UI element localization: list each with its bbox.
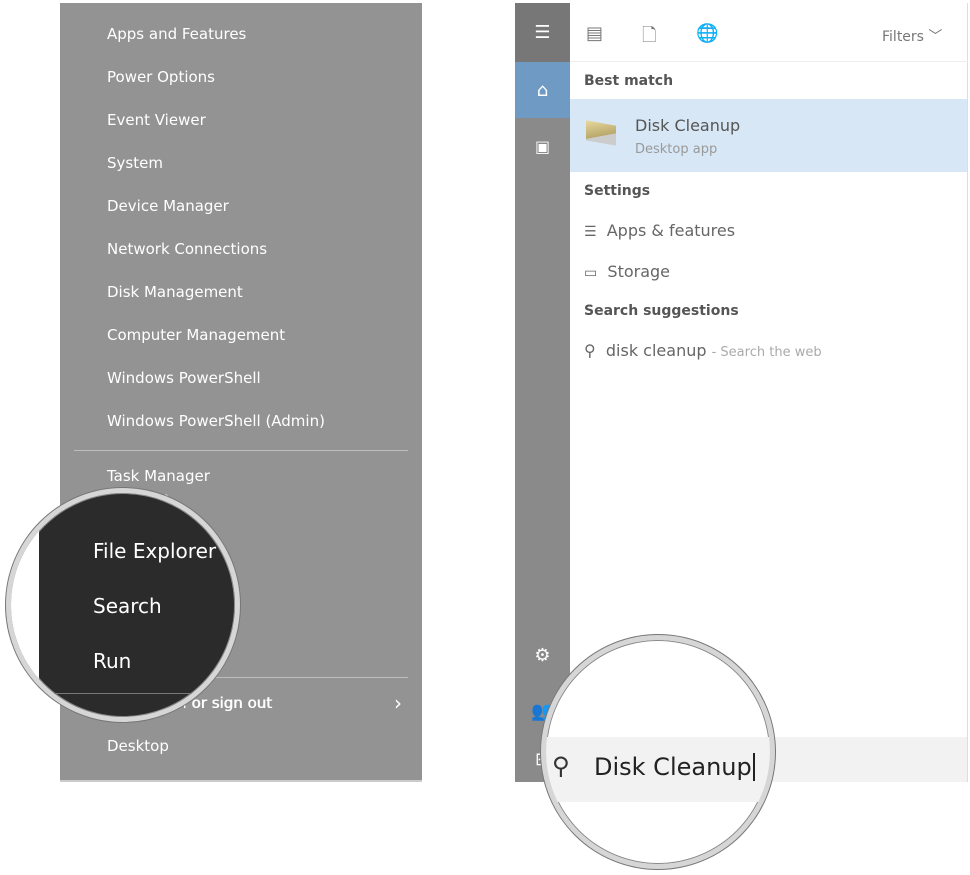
suggestions-header: Search suggestions: [584, 303, 739, 319]
best-match-result[interactable]: Disk Cleanup Desktop app: [570, 99, 967, 172]
gear-icon[interactable]: ⚙: [515, 627, 570, 683]
search-sidebar: ☰ ⌂ ▣ ⚙ 👥 ⊞: [515, 3, 570, 782]
apps-filter-icon[interactable]: ▤: [586, 23, 603, 44]
divider: [39, 693, 235, 694]
result-subtitle: Desktop app: [635, 142, 718, 157]
menu-item-shutdown-visible-part[interactable]: or sign out: [192, 694, 272, 712]
settings-header: Settings: [584, 183, 651, 199]
menu-item-disk-management[interactable]: Disk Management: [107, 283, 243, 301]
filters-button[interactable]: Filters ﹀: [882, 26, 942, 46]
menu-item-task-manager[interactable]: Task Manager: [107, 467, 210, 485]
menu-item-network-connections[interactable]: Network Connections: [107, 240, 267, 258]
suggestion-disk-cleanup[interactable]: ⚲ disk cleanup - Search the web: [584, 341, 822, 360]
magnifier-winx: File Explorer Search Run: [6, 488, 240, 722]
filter-bar: ▤ 🗋 🌐 Filters ﹀: [570, 3, 968, 62]
result-label: Storage: [607, 262, 671, 281]
menu-item-device-manager[interactable]: Device Manager: [107, 197, 229, 215]
result-storage[interactable]: ▭ Storage: [584, 262, 670, 281]
search-input[interactable]: Disk Cleanup: [594, 753, 755, 781]
chevron-right-icon: ›: [394, 691, 402, 715]
hamburger-icon[interactable]: ☰: [515, 3, 570, 62]
menu-item-powershell[interactable]: Windows PowerShell: [107, 369, 261, 387]
menu-item-apps-features[interactable]: Apps and Features: [107, 25, 246, 43]
suggestion-hint: - Search the web: [711, 345, 822, 360]
divider: [74, 450, 408, 451]
suggestion-query: disk cleanup: [605, 341, 707, 360]
menu-item-power-options[interactable]: Power Options: [107, 68, 215, 86]
menu-item-computer-management[interactable]: Computer Management: [107, 326, 285, 344]
menu-item-system[interactable]: System: [107, 154, 163, 172]
storage-icon: ▭: [584, 265, 598, 281]
documents-filter-icon[interactable]: 🗋: [642, 23, 656, 53]
menu-item-event-viewer[interactable]: Event Viewer: [107, 111, 206, 129]
result-title: Disk Cleanup: [635, 116, 741, 135]
notebook-icon[interactable]: ▣: [515, 118, 570, 174]
menu-item-desktop[interactable]: Desktop: [107, 737, 169, 755]
search-icon: ⚲: [552, 752, 570, 780]
menu-item-search[interactable]: Search: [93, 594, 162, 618]
menu-item-powershell-admin[interactable]: Windows PowerShell (Admin): [107, 412, 325, 430]
menu-item-file-explorer[interactable]: File Explorer: [93, 539, 216, 563]
magnifier-search-box: ⚲ Disk Cleanup: [541, 635, 775, 869]
filters-label: Filters: [882, 29, 924, 45]
menu-item-run[interactable]: Run: [93, 649, 131, 673]
search-icon: ⚲: [584, 341, 596, 360]
result-apps-features[interactable]: ☰ Apps & features: [584, 221, 735, 240]
best-match-header: Best match: [584, 73, 674, 89]
home-icon[interactable]: ⌂: [515, 62, 570, 118]
web-filter-icon[interactable]: 🌐: [696, 23, 718, 44]
disk-cleanup-icon: [586, 120, 616, 146]
result-label: Apps & features: [606, 221, 736, 240]
list-icon: ☰: [584, 224, 597, 240]
chevron-down-icon: ﹀: [928, 29, 943, 45]
